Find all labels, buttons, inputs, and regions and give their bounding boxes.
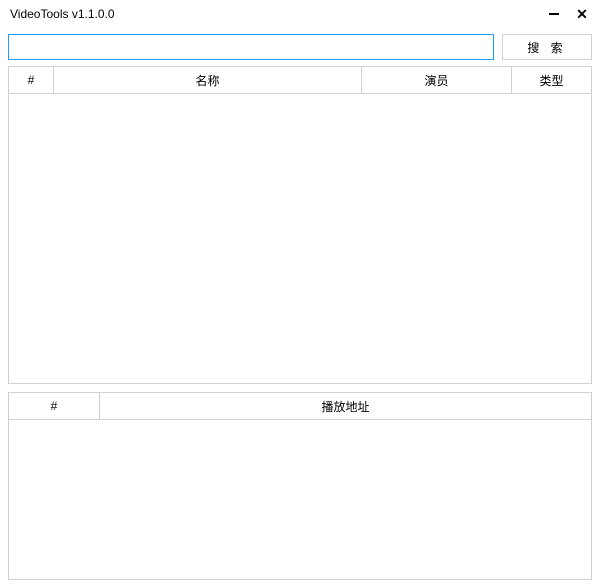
minimize-icon [549,13,559,15]
column-header-type[interactable]: 类型 [512,67,592,93]
results-table: # 名称 演员 类型 [8,66,592,384]
titlebar: VideoTools v1.1.0.0 ✕ [0,0,600,28]
playback-table-body[interactable] [8,420,592,580]
titlebar-controls: ✕ [546,6,590,22]
playback-table-header: # 播放地址 [8,392,592,420]
search-input[interactable] [8,34,494,60]
results-table-header: # 名称 演员 类型 [8,66,592,94]
search-button[interactable]: 搜 索 [502,34,592,60]
column-header-index[interactable]: # [8,67,54,93]
close-icon: ✕ [576,7,588,21]
column-header-name[interactable]: 名称 [54,67,362,93]
column-header-url[interactable]: 播放地址 [100,393,592,419]
playback-table: # 播放地址 [8,392,592,580]
column-header-actor[interactable]: 演员 [362,67,512,93]
close-button[interactable]: ✕ [574,6,590,22]
minimize-button[interactable] [546,6,562,22]
column-header-index[interactable]: # [8,393,100,419]
results-table-body[interactable] [8,94,592,384]
search-row: 搜 索 [0,28,600,66]
window-title: VideoTools v1.1.0.0 [10,7,115,21]
